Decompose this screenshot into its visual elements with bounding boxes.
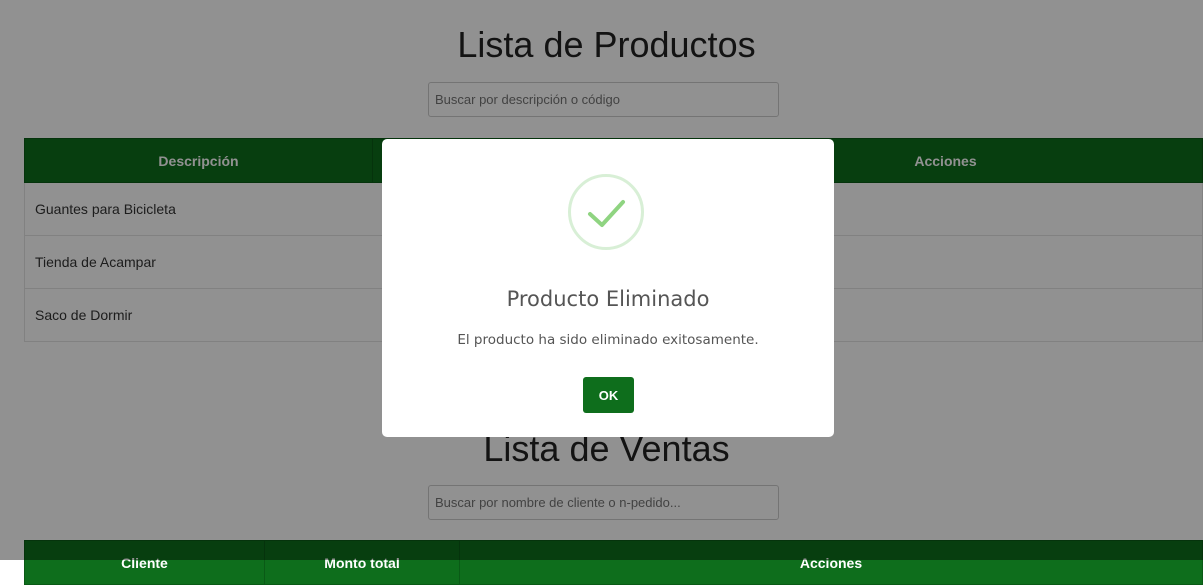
ok-button[interactable]: OK [583, 377, 634, 413]
success-dialog: Producto Eliminado El producto ha sido e… [382, 139, 834, 437]
success-check-icon [568, 174, 644, 250]
dialog-title: Producto Eliminado [506, 287, 710, 311]
dialog-message: El producto ha sido eliminado exitosamen… [457, 332, 759, 348]
